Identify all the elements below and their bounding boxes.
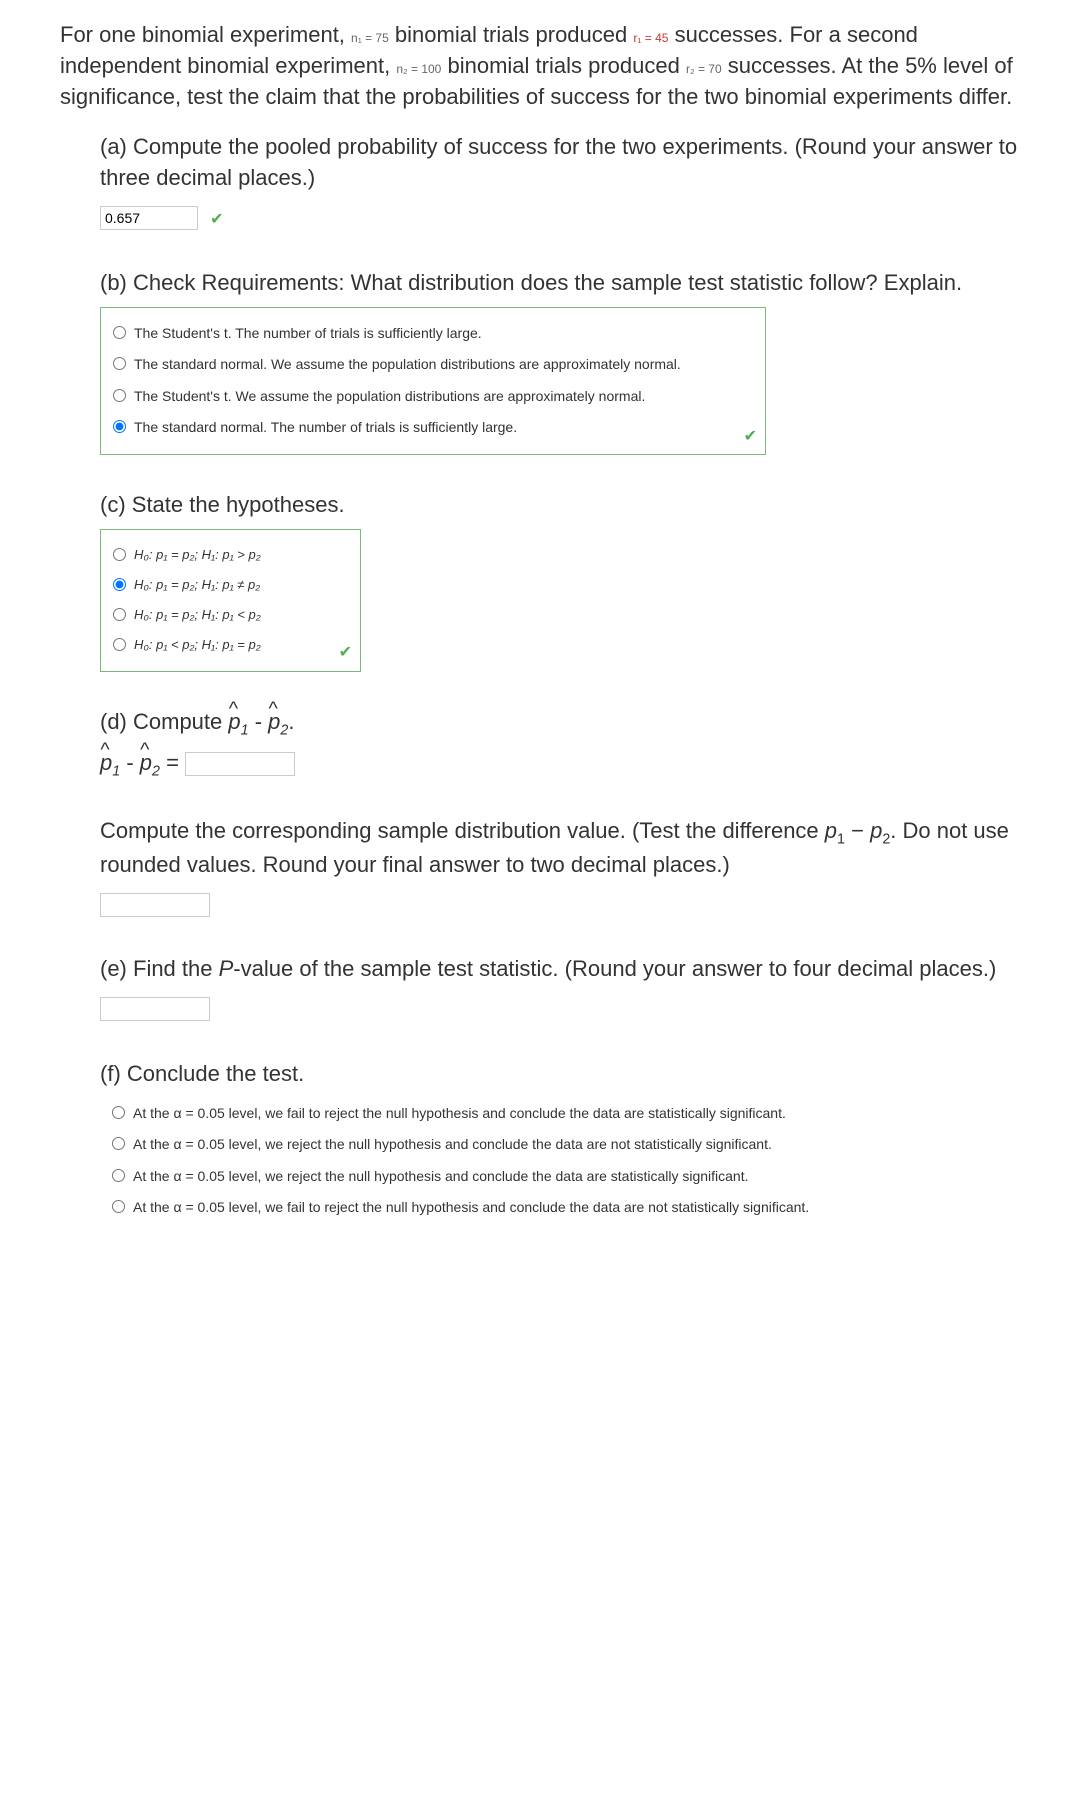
part-f-option-0[interactable]: At the α = 0.05 level, we fail to reject…: [112, 1098, 1020, 1130]
intro-seg4: binomial trials produced: [447, 53, 685, 78]
radio-input[interactable]: [112, 1106, 125, 1119]
option-label: H₀: p₁ = p₂; H₁: p₁ < p₂: [134, 606, 348, 624]
part-d2-text: Compute the corresponding sample distrib…: [100, 816, 1020, 880]
option-label: H₀: p₁ = p₂; H₁: p₁ ≠ p₂: [134, 576, 348, 594]
part-d-input1[interactable]: [185, 752, 295, 776]
option-label: The Student's t. The number of trials is…: [134, 324, 753, 344]
check-icon: ✔: [744, 426, 757, 448]
problem-statement: For one binomial experiment, n₁ = 75 bin…: [60, 20, 1020, 112]
part-b-options: The Student's t. The number of trials is…: [100, 307, 766, 455]
part-a-input[interactable]: [100, 206, 198, 230]
part-b-option-2[interactable]: The Student's t. We assume the populatio…: [113, 381, 753, 413]
part-f-option-3[interactable]: At the α = 0.05 level, we fail to reject…: [112, 1192, 1020, 1224]
part-d-pre: (d) Compute: [100, 709, 228, 734]
check-icon: ✔: [339, 642, 352, 664]
option-label: H₀: p₁ = p₂; H₁: p₁ > p₂: [134, 546, 348, 564]
part-e: (e) Find the P-value of the sample test …: [100, 954, 1020, 1024]
option-label: At the α = 0.05 level, we reject the nul…: [133, 1135, 1020, 1155]
part-f-text: (f) Conclude the test.: [100, 1059, 1020, 1090]
part-f-option-1[interactable]: At the α = 0.05 level, we reject the nul…: [112, 1129, 1020, 1161]
intro-seg1: For one binomial experiment,: [60, 22, 351, 47]
option-label: The standard normal. We assume the popul…: [134, 355, 753, 375]
part-c-options: H₀: p₁ = p₂; H₁: p₁ > p₂ H₀: p₁ = p₂; H₁…: [100, 529, 361, 672]
part-c: (c) State the hypotheses. H₀: p₁ = p₂; H…: [100, 490, 1020, 672]
part-c-option-3[interactable]: H₀: p₁ < p₂; H₁: p₁ = p₂: [113, 630, 348, 660]
option-label: H₀: p₁ < p₂; H₁: p₁ = p₂: [134, 636, 348, 654]
part-d-line2: ^p1 - ^p2 =: [100, 748, 1020, 781]
radio-input[interactable]: [113, 638, 126, 651]
phat2-lhs: ^p: [140, 748, 152, 779]
part-b-text: (b) Check Requirements: What distributio…: [100, 268, 1020, 299]
part-d2: Compute the corresponding sample distrib…: [100, 816, 1020, 919]
intro-seg2: binomial trials produced: [395, 22, 633, 47]
eq-sign: =: [166, 750, 185, 775]
r2-value: r₂ = 70: [686, 62, 722, 76]
part-d-line1: (d) Compute ^p1 - ^p2.: [100, 707, 1020, 740]
part-d-input2[interactable]: [100, 893, 210, 917]
radio-input[interactable]: [113, 608, 126, 621]
part-e-text: (e) Find the P-value of the sample test …: [100, 954, 1020, 985]
part-f-option-2[interactable]: At the α = 0.05 level, we reject the nul…: [112, 1161, 1020, 1193]
option-label: The standard normal. The number of trial…: [134, 418, 753, 438]
phat1-lhs: ^p: [100, 748, 112, 779]
part-c-option-1[interactable]: H₀: p₁ = p₂; H₁: p₁ ≠ p₂: [113, 570, 348, 600]
part-b-option-1[interactable]: The standard normal. We assume the popul…: [113, 349, 753, 381]
radio-input[interactable]: [113, 326, 126, 339]
radio-input[interactable]: [112, 1200, 125, 1213]
n1-value: n₁ = 75: [351, 31, 389, 45]
check-icon: ✔: [210, 211, 223, 228]
part-e-input[interactable]: [100, 997, 210, 1021]
radio-input[interactable]: [112, 1137, 125, 1150]
radio-input[interactable]: [113, 357, 126, 370]
radio-input[interactable]: [112, 1169, 125, 1182]
option-label: At the α = 0.05 level, we fail to reject…: [133, 1104, 1020, 1124]
part-c-option-2[interactable]: H₀: p₁ = p₂; H₁: p₁ < p₂: [113, 600, 348, 630]
part-a: (a) Compute the pooled probability of su…: [100, 132, 1020, 232]
radio-input[interactable]: [113, 548, 126, 561]
radio-input[interactable]: [113, 420, 126, 433]
part-a-text: (a) Compute the pooled probability of su…: [100, 132, 1020, 194]
part-c-option-0[interactable]: H₀: p₁ = p₂; H₁: p₁ > p₂: [113, 540, 348, 570]
part-d: (d) Compute ^p1 - ^p2. ^p1 - ^p2 =: [100, 707, 1020, 782]
r1-value: r₁ = 45: [633, 31, 668, 45]
radio-input[interactable]: [113, 578, 126, 591]
radio-input[interactable]: [113, 389, 126, 402]
part-f: (f) Conclude the test. At the α = 0.05 l…: [100, 1059, 1020, 1224]
part-b-option-3[interactable]: The standard normal. The number of trial…: [113, 412, 753, 444]
option-label: At the α = 0.05 level, we reject the nul…: [133, 1167, 1020, 1187]
part-c-text: (c) State the hypotheses.: [100, 490, 1020, 521]
option-label: At the α = 0.05 level, we fail to reject…: [133, 1198, 1020, 1218]
part-b-option-0[interactable]: The Student's t. The number of trials is…: [113, 318, 753, 350]
phat2: ^p: [268, 707, 280, 738]
phat1: ^p: [228, 707, 240, 738]
n2-value: n₂ = 100: [396, 62, 441, 76]
option-label: The Student's t. We assume the populatio…: [134, 387, 753, 407]
part-b: (b) Check Requirements: What distributio…: [100, 268, 1020, 455]
